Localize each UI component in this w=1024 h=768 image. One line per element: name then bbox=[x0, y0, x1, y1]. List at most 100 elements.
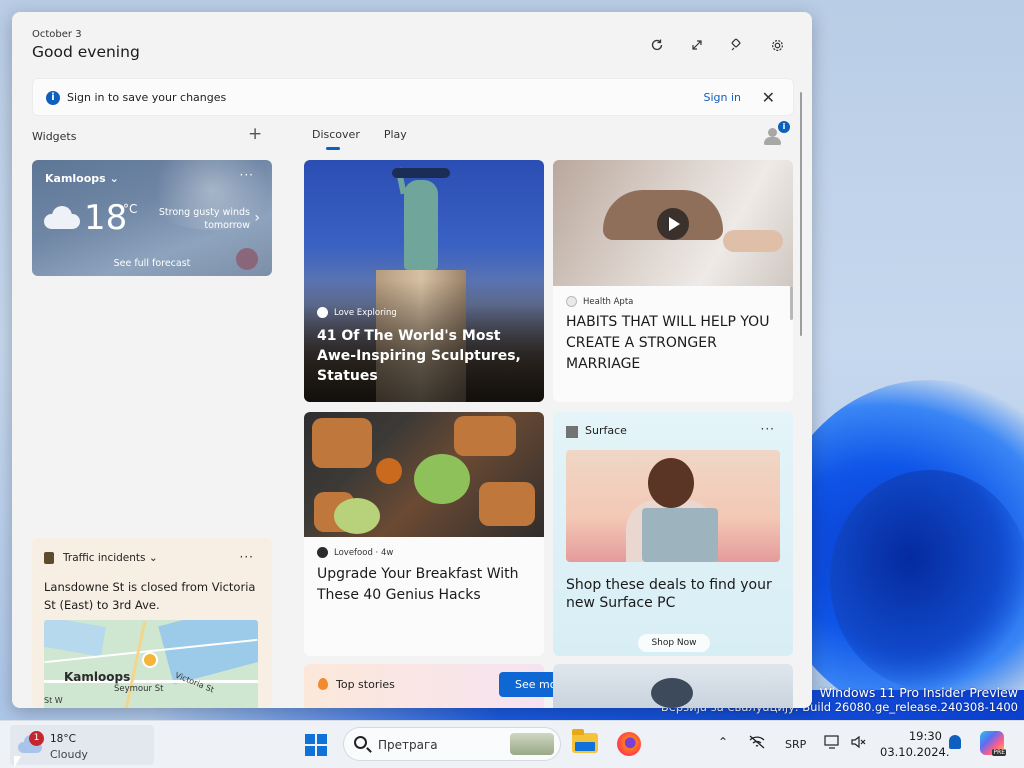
card-image-statue bbox=[404, 180, 438, 270]
traffic-more-button[interactable]: ··· bbox=[240, 550, 254, 564]
profile-info-badge: i bbox=[778, 121, 790, 133]
mouse-cursor-icon bbox=[14, 756, 21, 768]
weather-city-label: Kamloops bbox=[45, 172, 106, 185]
surface-logo-icon bbox=[566, 426, 578, 438]
board-header-actions bbox=[648, 36, 786, 54]
pin-board-icon[interactable] bbox=[728, 36, 746, 54]
card-source-name: Health Apta bbox=[583, 296, 634, 307]
card-image-toast bbox=[479, 482, 535, 526]
profile-avatar-button[interactable]: i bbox=[764, 121, 790, 146]
weather-unit: °C bbox=[123, 202, 138, 216]
feed-tabs: Discover Play bbox=[312, 128, 407, 150]
top-stories-label: Top stories bbox=[336, 678, 395, 691]
signin-banner: i Sign in to save your changes Sign in ✕ bbox=[32, 78, 794, 116]
network-offline-icon[interactable] bbox=[748, 735, 766, 753]
card-headline[interactable]: Upgrade Your Breakfast With These 40 Gen… bbox=[317, 564, 537, 606]
settings-gear-icon[interactable] bbox=[768, 36, 786, 54]
avatar-body bbox=[764, 137, 781, 145]
taskbar-clock[interactable]: 19:30 03.10.2024. bbox=[880, 728, 950, 760]
card-source: Health Apta bbox=[566, 296, 633, 307]
ad-card-surface[interactable]: Surface ··· Shop these deals to find you… bbox=[553, 412, 793, 656]
news-card-sculptures[interactable]: Love Exploring 41 Of The World's Most Aw… bbox=[304, 160, 544, 402]
source-logo-icon bbox=[317, 307, 328, 318]
card-headline[interactable]: HABITS THAT WILL HELP YOU CREATE A STRON… bbox=[566, 312, 786, 375]
close-banner-icon[interactable]: ✕ bbox=[762, 88, 775, 107]
clock-date: 03.10.2024. bbox=[880, 745, 950, 759]
file-explorer-icon[interactable] bbox=[572, 729, 598, 753]
ad-headline[interactable]: Shop these deals to find your new Surfac… bbox=[566, 576, 786, 612]
card-headline[interactable]: 41 Of The World's Most Awe-Inspiring Scu… bbox=[317, 326, 537, 386]
card-image-object bbox=[651, 678, 693, 708]
traffic-map[interactable]: Kamloops Seymour St Victoria St St W bbox=[44, 620, 258, 708]
weather-widget[interactable]: Kamloops ⌄ ··· 18 °C Strong gusty winds … bbox=[32, 160, 272, 276]
expand-icon[interactable] bbox=[688, 36, 706, 54]
ad-image-person-head bbox=[648, 458, 694, 508]
widgets-section-title: Widgets bbox=[32, 130, 77, 143]
taskbar-search-box[interactable]: Претрага bbox=[343, 727, 561, 761]
refresh-icon[interactable] bbox=[648, 36, 666, 54]
notification-bell-icon[interactable] bbox=[949, 735, 961, 749]
taskbar-temperature: 18°C bbox=[50, 733, 76, 745]
map-river bbox=[158, 620, 258, 685]
card-source: Love Exploring bbox=[317, 307, 397, 318]
ad-image bbox=[566, 450, 780, 562]
play-video-icon[interactable] bbox=[657, 208, 689, 240]
search-icon bbox=[354, 736, 367, 749]
clock-time: 19:30 bbox=[908, 729, 942, 743]
traffic-title[interactable]: Traffic incidents ⌄ bbox=[63, 552, 158, 564]
map-street-label: St W bbox=[44, 696, 63, 705]
tab-discover[interactable]: Discover bbox=[312, 128, 360, 150]
board-greeting: Good evening bbox=[32, 43, 140, 61]
card-source-name: Lovefood · 4w bbox=[334, 547, 394, 558]
chevron-down-icon: ⌄ bbox=[109, 172, 119, 185]
signin-message: Sign in to save your changes bbox=[67, 91, 227, 104]
signin-link[interactable]: Sign in bbox=[703, 91, 741, 104]
card-image-jam bbox=[376, 458, 402, 484]
info-icon: i bbox=[46, 91, 60, 105]
map-water bbox=[44, 620, 106, 657]
card-image-toast bbox=[312, 418, 372, 468]
traffic-light-icon bbox=[44, 552, 54, 564]
weather-forecast-link[interactable]: See full forecast bbox=[32, 258, 272, 269]
taskbar-weather-button[interactable]: 1 18°C Cloudy bbox=[10, 725, 154, 765]
card-source: Lovefood · 4w bbox=[317, 547, 393, 558]
weather-more-button[interactable]: ··· bbox=[240, 168, 254, 182]
traffic-widget[interactable]: Traffic incidents ⌄ ··· Lansdowne St is … bbox=[32, 538, 272, 708]
show-hidden-icons-chevron-icon[interactable]: ⌃ bbox=[718, 735, 728, 749]
firefox-icon[interactable] bbox=[617, 732, 641, 756]
ad-more-button[interactable]: ··· bbox=[761, 422, 775, 436]
copilot-preview-tag: PRE bbox=[992, 749, 1006, 756]
add-widget-button[interactable]: + bbox=[248, 124, 262, 144]
chevron-down-icon: ⌄ bbox=[148, 552, 158, 564]
copilot-icon[interactable]: PRE bbox=[980, 731, 1006, 756]
chevron-right-icon[interactable]: › bbox=[254, 210, 260, 226]
traffic-description: Lansdowne St is closed from Victoria St … bbox=[44, 580, 256, 612]
news-card-partial[interactable] bbox=[553, 664, 793, 708]
widgets-board: October 3 Good evening i Sign in to save… bbox=[12, 12, 812, 708]
cloud-icon bbox=[44, 204, 82, 230]
weather-temperature: 18 bbox=[84, 198, 128, 238]
tab-play[interactable]: Play bbox=[384, 128, 407, 141]
weather-condition: Strong gusty winds tomorrow bbox=[158, 207, 250, 231]
wallpaper-bloom-core bbox=[830, 470, 1024, 690]
taskbar-condition: Cloudy bbox=[50, 748, 88, 761]
ad-image-laptop bbox=[642, 508, 718, 562]
shop-now-button[interactable]: Shop Now bbox=[638, 634, 710, 652]
notification-badge: 1 bbox=[29, 731, 44, 746]
search-highlight-image bbox=[510, 733, 554, 755]
news-card-marriage[interactable]: Health Apta HABITS THAT WILL HELP YOU CR… bbox=[553, 160, 793, 402]
news-card-breakfast[interactable]: Lovefood · 4w Upgrade Your Breakfast Wit… bbox=[304, 412, 544, 656]
card-scrollbar[interactable] bbox=[790, 286, 793, 320]
incident-marker-icon[interactable] bbox=[142, 652, 158, 668]
feed-scrollbar[interactable] bbox=[800, 92, 802, 336]
input-language-indicator[interactable]: SRP bbox=[785, 738, 806, 751]
start-button-windows-icon[interactable] bbox=[305, 734, 327, 756]
volume-muted-icon[interactable] bbox=[850, 735, 868, 753]
weather-city[interactable]: Kamloops ⌄ bbox=[45, 172, 119, 185]
traffic-title-label: Traffic incidents bbox=[63, 552, 146, 564]
card-source-name: Love Exploring bbox=[334, 307, 397, 318]
card-image-avocado bbox=[414, 454, 470, 504]
card-image-arm bbox=[723, 230, 783, 252]
display-icon[interactable] bbox=[824, 735, 842, 753]
search-placeholder: Претрага bbox=[378, 738, 438, 752]
